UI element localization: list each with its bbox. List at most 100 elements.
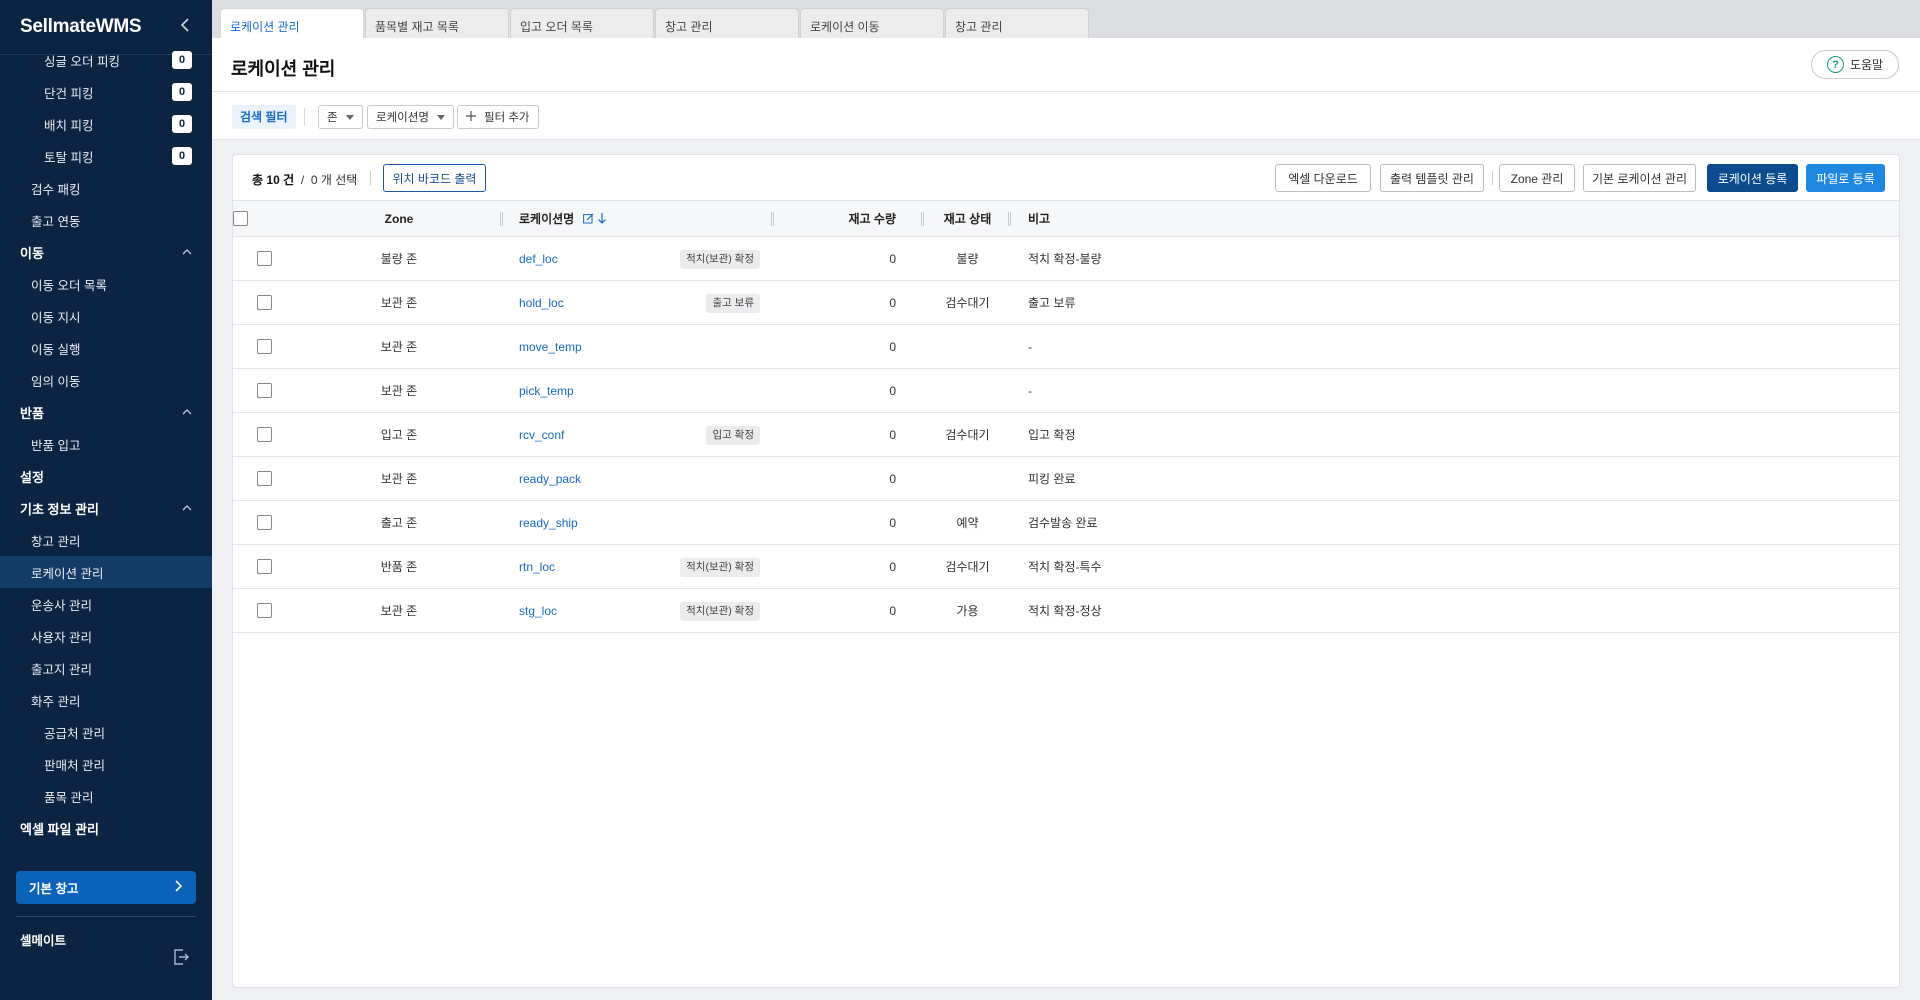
location-cell: pick_temp bbox=[503, 368, 774, 413]
caret-down-icon bbox=[345, 114, 354, 120]
excel-download-button[interactable]: 엑셀 다운로드 bbox=[1275, 164, 1371, 192]
add-filter-button[interactable]: 필터 추가 bbox=[457, 105, 539, 129]
sidebar-section[interactable]: 기초 정보 관리 bbox=[0, 492, 212, 524]
row-checkbox[interactable] bbox=[256, 383, 272, 399]
sidebar-item[interactable]: 창고 관리 bbox=[0, 524, 212, 556]
location-link[interactable]: ready_ship bbox=[519, 516, 578, 530]
location-link[interactable]: move_temp bbox=[519, 340, 582, 354]
row-checkbox[interactable] bbox=[256, 295, 272, 311]
location-cell: ready_ship bbox=[503, 500, 774, 545]
help-button[interactable]: ? 도움말 bbox=[1811, 50, 1899, 79]
table-row[interactable]: 보관 존 ready_pack 0 피킹 완료 bbox=[233, 456, 1899, 501]
location-link[interactable]: ready_pack bbox=[519, 472, 581, 486]
warehouse-selector-button[interactable]: 기본 창고 bbox=[16, 871, 196, 904]
sidebar-item[interactable]: 이동 오더 목록 bbox=[0, 268, 212, 300]
sidebar-item[interactable]: 반품 입고 bbox=[0, 428, 212, 460]
note-column-header[interactable]: 비고 bbox=[1011, 200, 1899, 237]
logout-icon[interactable] bbox=[172, 948, 190, 966]
location-link[interactable]: rcv_conf bbox=[519, 428, 564, 442]
register-location-button[interactable]: 로케이션 등록 bbox=[1707, 164, 1798, 192]
tab-1[interactable]: 로케이션 관리 bbox=[220, 8, 364, 39]
sidebar-item[interactable]: 배치 피킹 0 bbox=[0, 108, 212, 140]
chevron-left-icon[interactable] bbox=[180, 17, 190, 38]
sidebar-item-label: 반품 입고 bbox=[31, 438, 81, 453]
quantity-cell: 0 bbox=[774, 544, 910, 589]
sidebar-item[interactable]: 품목 관리 bbox=[0, 780, 212, 812]
location-filter-select[interactable]: 로케이션명 bbox=[367, 105, 454, 129]
search-filter-label[interactable]: 검색 필터 bbox=[232, 105, 296, 129]
row-checkbox[interactable] bbox=[256, 427, 272, 443]
table-row[interactable]: 출고 존 ready_ship 0 예약 검수발송 완료 bbox=[233, 500, 1899, 545]
default-location-manage-button[interactable]: 기본 로케이션 관리 bbox=[1583, 164, 1696, 192]
total-summary: 총 10 건 / 0 개 선택 bbox=[252, 171, 357, 188]
sort-descending-icon[interactable] bbox=[597, 212, 607, 227]
sidebar-item[interactable]: 싱글 오더 피킹 0 bbox=[0, 44, 212, 76]
tab-2[interactable]: 품목별 재고 목록 bbox=[365, 8, 509, 38]
row-checkbox[interactable] bbox=[256, 471, 272, 487]
sidebar-item[interactable]: 판매처 관리 bbox=[0, 748, 212, 780]
status-column-header[interactable]: 재고 상태 bbox=[910, 200, 1011, 237]
question-circle-icon: ? bbox=[1826, 56, 1844, 73]
location-link[interactable]: hold_loc bbox=[519, 296, 564, 310]
sidebar-item[interactable]: 토탈 피킹 0 bbox=[0, 140, 212, 172]
table-row[interactable]: 보관 존 move_temp 0 - bbox=[233, 324, 1899, 369]
location-column-header[interactable]: 로케이션명 bbox=[503, 200, 774, 237]
sidebar-item[interactable]: 이동 실행 bbox=[0, 332, 212, 364]
location-link[interactable]: def_loc bbox=[519, 252, 558, 266]
row-checkbox[interactable] bbox=[256, 603, 272, 619]
zone-filter-select[interactable]: 존 bbox=[318, 105, 363, 129]
sidebar-item[interactable]: 로케이션 관리 bbox=[0, 556, 212, 588]
sidebar-item[interactable]: 운송사 관리 bbox=[0, 588, 212, 620]
location-link[interactable]: rtn_loc bbox=[519, 560, 555, 574]
tab-3[interactable]: 입고 오더 목록 bbox=[510, 8, 654, 38]
zone-manage-button[interactable]: Zone 관리 bbox=[1499, 164, 1575, 192]
row-checkbox[interactable] bbox=[256, 559, 272, 575]
table-row[interactable]: 보관 존 stg_loc 적치(보관) 확정 0 가용 적치 확정-정상 bbox=[233, 588, 1899, 633]
location-link[interactable]: stg_loc bbox=[519, 604, 557, 618]
quantity-cell: 0 bbox=[774, 280, 910, 325]
quantity-column-header[interactable]: 재고 수량 bbox=[774, 200, 924, 237]
sidebar-item[interactable]: 이동 지시 bbox=[0, 300, 212, 332]
sidebar-item[interactable]: 사용자 관리 bbox=[0, 620, 212, 652]
chevron-up-icon[interactable] bbox=[182, 502, 192, 514]
tab-6[interactable]: 창고 관리 bbox=[945, 8, 1089, 38]
print-template-manage-button[interactable]: 출력 템플릿 관리 bbox=[1380, 164, 1484, 192]
chevron-up-icon[interactable] bbox=[182, 406, 192, 418]
edit-icon[interactable] bbox=[582, 213, 594, 227]
sidebar-section[interactable]: 엑셀 파일 관리 bbox=[0, 812, 212, 844]
sidebar-item[interactable]: 화주 관리 bbox=[0, 684, 212, 716]
selected-suffix: 개 선택 bbox=[320, 173, 358, 187]
sidebar-item[interactable]: 공급처 관리 bbox=[0, 716, 212, 748]
zone-cell: 불량 존 bbox=[295, 236, 503, 281]
zone-column-header[interactable]: Zone bbox=[295, 200, 503, 237]
location-header-label: 로케이션명 bbox=[519, 212, 575, 226]
sidebar-item[interactable]: 출고지 관리 bbox=[0, 652, 212, 684]
zone-cell: 반품 존 bbox=[295, 544, 503, 589]
count-badge: 0 bbox=[172, 147, 192, 165]
sidebar-section[interactable]: 이동 bbox=[0, 236, 212, 268]
table-row[interactable]: 입고 존 rcv_conf 입고 확정 0 검수대기 입고 확정 bbox=[233, 412, 1899, 457]
tab-4[interactable]: 창고 관리 bbox=[655, 8, 799, 38]
sidebar-item[interactable]: 검수 패킹 bbox=[0, 172, 212, 204]
chevron-up-icon[interactable] bbox=[182, 246, 192, 258]
select-all-checkbox[interactable] bbox=[233, 211, 248, 227]
tab-5[interactable]: 로케이션 이동 bbox=[800, 8, 944, 38]
print-location-barcode-button[interactable]: 위치 바코드 출력 bbox=[383, 164, 486, 192]
sidebar-item[interactable]: 임의 이동 bbox=[0, 364, 212, 396]
row-checkbox[interactable] bbox=[256, 515, 272, 531]
app-logo[interactable]: SellmateWMS bbox=[20, 16, 142, 38]
note-cell: - bbox=[1011, 324, 1899, 369]
table-row[interactable]: 보관 존 hold_loc 출고 보류 0 검수대기 출고 보류 bbox=[233, 280, 1899, 325]
sidebar-section[interactable]: 반품 bbox=[0, 396, 212, 428]
table-row[interactable]: 불량 존 def_loc 적치(보관) 확정 0 불량 적치 확정-불량 bbox=[233, 236, 1899, 281]
table-row[interactable]: 보관 존 pick_temp 0 - bbox=[233, 368, 1899, 413]
table-row[interactable]: 반품 존 rtn_loc 적치(보관) 확정 0 검수대기 적치 확정-특수 bbox=[233, 544, 1899, 589]
row-select-cell bbox=[233, 588, 295, 633]
register-by-file-button[interactable]: 파일로 등록 bbox=[1806, 164, 1885, 192]
location-link[interactable]: pick_temp bbox=[519, 384, 574, 398]
sidebar-section[interactable]: 설정 bbox=[0, 460, 212, 492]
sidebar-item[interactable]: 단건 피킹 0 bbox=[0, 76, 212, 108]
row-checkbox[interactable] bbox=[256, 339, 272, 355]
row-checkbox[interactable] bbox=[256, 251, 272, 267]
sidebar-item[interactable]: 출고 연동 bbox=[0, 204, 212, 236]
